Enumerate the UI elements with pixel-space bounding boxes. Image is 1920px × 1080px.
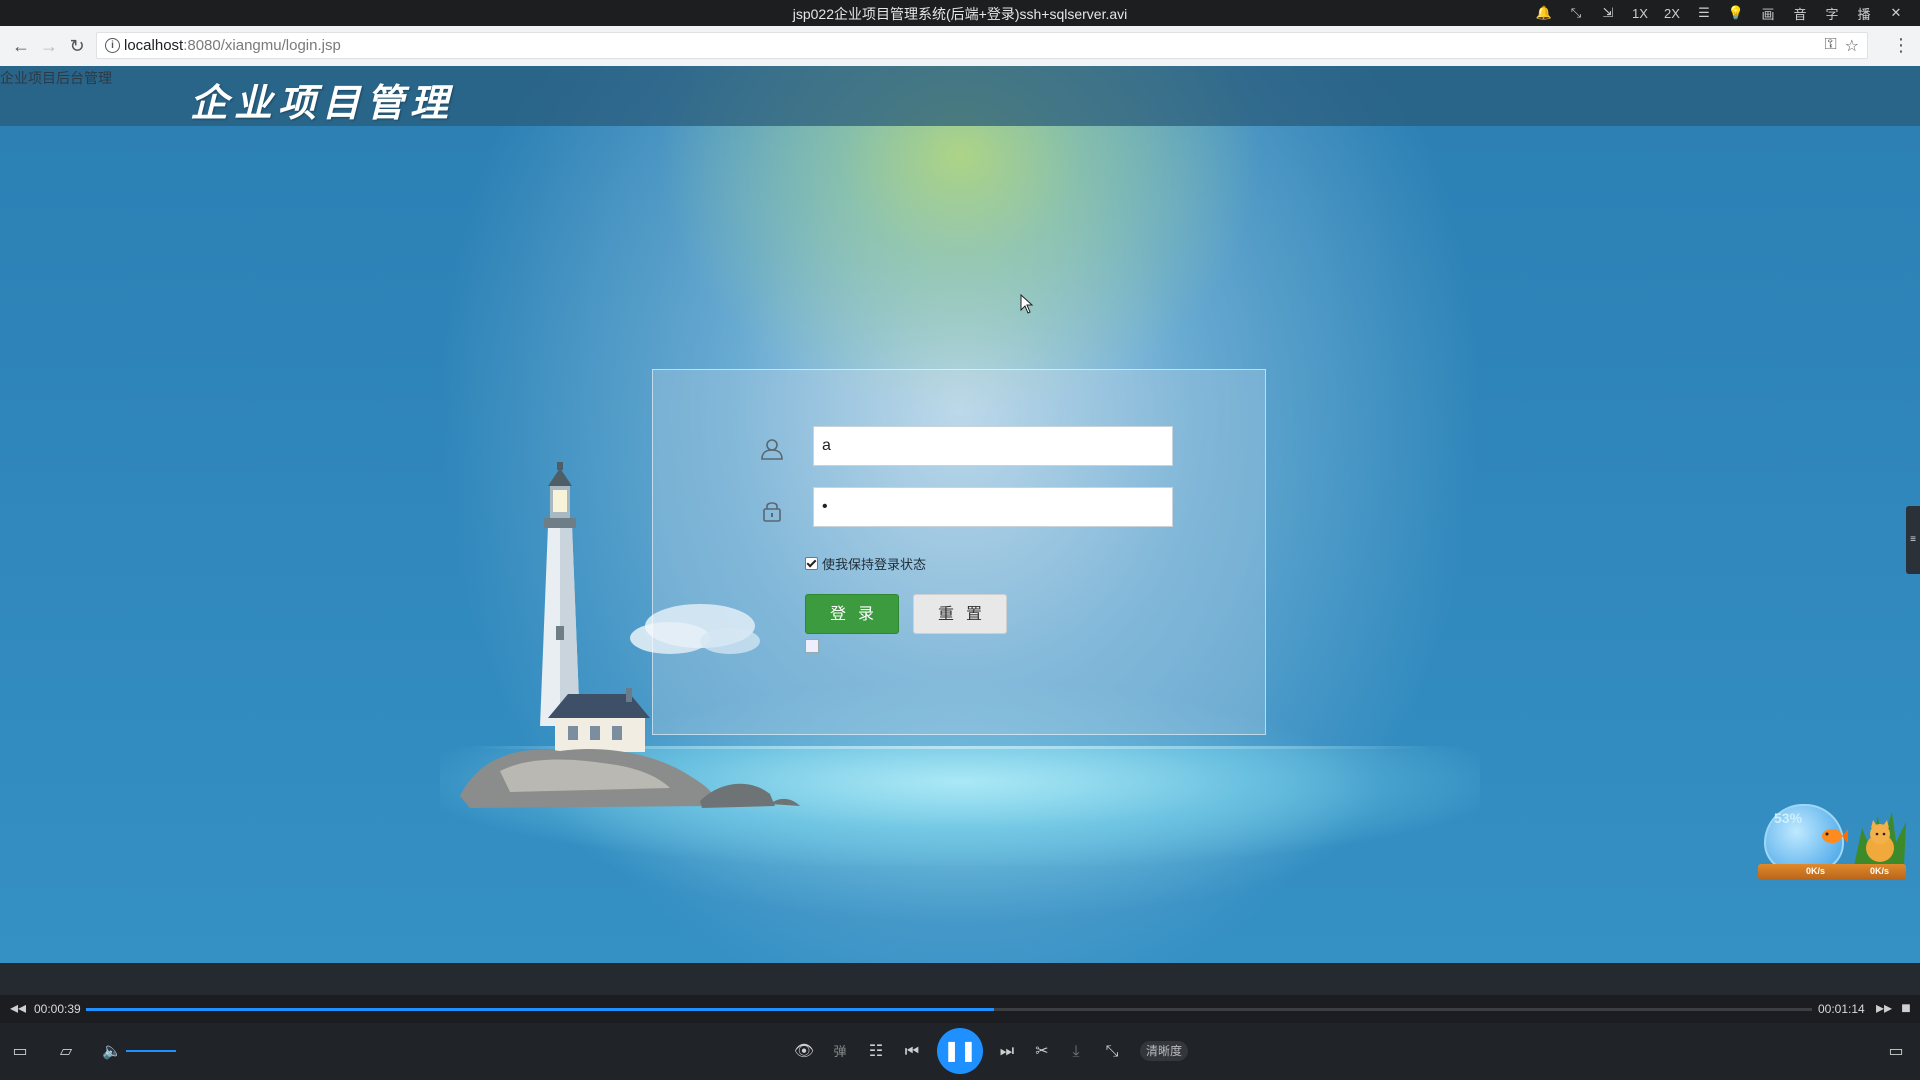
speed-1x-button[interactable]: 1X: [1624, 2, 1656, 24]
page-header: 企业项目后台管理 企业项目管理: [0, 66, 1920, 126]
username-input[interactable]: a: [813, 426, 1173, 466]
volume-icon[interactable]: 🔈: [100, 1041, 124, 1063]
player-title-bar: jsp022企业项目管理系统(后端+登录)ssh+sqlserver.avi 🔔…: [0, 0, 1920, 26]
current-time: 00:00:39: [34, 1002, 81, 1016]
fast-forward-icon[interactable]: ▸▸: [1872, 998, 1896, 1020]
scissors-icon[interactable]: ✂: [1030, 1041, 1054, 1063]
browser-toolbar: ← → ↻ i localhost:8080/xiangmu/login.jsp…: [0, 26, 1920, 67]
title-toolbar: 🔔 ⤡ ⇲ 1X 2X ☰ 💡 画 音 字 播 ✕: [1528, 2, 1912, 24]
side-panel-handle[interactable]: ≡: [1906, 506, 1920, 574]
danmu-button[interactable]: 弹: [828, 1041, 852, 1063]
back-arrow-icon[interactable]: ←: [10, 35, 32, 57]
screen: jsp022企业项目管理系统(后端+登录)ssh+sqlserver.avi 🔔…: [0, 0, 1920, 1080]
lock-icon: [763, 502, 781, 522]
info-icon[interactable]: i: [105, 38, 120, 53]
url-path: :8080/xiangmu/login.jsp: [183, 37, 341, 54]
audio-button[interactable]: 音: [1784, 2, 1816, 24]
download-speed: 0K/s: [1870, 866, 1890, 876]
star-icon[interactable]: ☆: [1845, 36, 1859, 56]
user-icon: [761, 439, 783, 460]
open-folder-icon[interactable]: ▱: [54, 1041, 78, 1063]
mouse-cursor-icon: [1020, 294, 1034, 314]
broken-image-icon: [805, 639, 819, 653]
lightbulb-icon[interactable]: 💡: [1720, 2, 1752, 24]
widget-percent: 53%: [1774, 810, 1803, 826]
key-icon[interactable]: ⚿: [1824, 36, 1836, 56]
address-bar[interactable]: i localhost:8080/xiangmu/login.jsp ⚿ ☆: [96, 32, 1868, 59]
controls-row: ▭ ▱ 🔈 👁 弹 ☷ ⏮ ❚❚ ⏭ ✂ ⤓ ⤡ 清晰度 ▭: [0, 1023, 1920, 1080]
upload-speed: 0K/s: [1806, 866, 1826, 876]
shrink-icon[interactable]: ⤡: [1560, 2, 1592, 24]
pin-icon[interactable]: 🔔: [1528, 2, 1560, 24]
header-caption: 企业项目后台管理: [0, 70, 112, 86]
site-logo: 企业项目管理: [190, 80, 455, 125]
cat-icon: [1854, 812, 1906, 866]
download-icon[interactable]: ⤓: [1064, 1041, 1088, 1063]
player-controls: ◂◂ 00:00:39 00:01:14 ▸▸ ■ ▭ ▱ 🔈 👁 弹 ☷ ⏮ …: [0, 963, 1920, 1080]
login-page: 企业项目后台管理 企业项目管理 a • 使我保持登录状态 登录 重置: [0, 66, 1920, 963]
remember-me-checkbox[interactable]: [805, 557, 818, 570]
login-form-panel: a • 使我保持登录状态 登录 重置: [652, 369, 1266, 735]
seek-bar[interactable]: [86, 1008, 1812, 1011]
url-host: localhost: [124, 37, 184, 54]
progress-row: ◂◂ 00:00:39 00:01:14 ▸▸ ■: [0, 995, 1920, 1023]
pause-button[interactable]: ❚❚: [937, 1028, 983, 1074]
playlist-icon[interactable]: ☰: [1688, 2, 1720, 24]
next-icon[interactable]: ⏭: [995, 1041, 1019, 1063]
volume-slider[interactable]: [126, 1050, 176, 1052]
login-button[interactable]: 登录: [805, 594, 899, 634]
total-time: 00:01:14: [1818, 1002, 1865, 1016]
previous-icon[interactable]: ⏮: [900, 1041, 924, 1063]
remember-me-label[interactable]: 使我保持登录状态: [822, 554, 926, 573]
browser-menu-icon[interactable]: ⋮: [1892, 35, 1910, 56]
controls-top-strip: [0, 963, 1920, 995]
shrink-arrows-icon[interactable]: ⤡: [1100, 1041, 1124, 1063]
seek-bar-played: [86, 1008, 994, 1011]
reload-icon[interactable]: ↻: [66, 35, 88, 57]
quality-button[interactable]: 清晰度: [1140, 1041, 1189, 1061]
remember-me-row: 使我保持登录状态: [805, 554, 926, 573]
eye-icon[interactable]: 👁: [792, 1041, 816, 1063]
picture-button[interactable]: 画: [1752, 2, 1784, 24]
mini-window-icon[interactable]: ⇲: [1592, 2, 1624, 24]
reset-button[interactable]: 重置: [913, 594, 1007, 634]
settings-sliders-icon[interactable]: ☷: [864, 1041, 888, 1063]
rewind-icon[interactable]: ◂◂: [6, 998, 30, 1020]
network-speed-widget[interactable]: 53% 0K/s 0K/s: [1758, 804, 1908, 884]
password-input[interactable]: •: [813, 487, 1173, 527]
fullscreen-icon[interactable]: ▭: [1884, 1041, 1908, 1063]
speed-2x-button[interactable]: 2X: [1656, 2, 1688, 24]
close-icon[interactable]: ✕: [1880, 2, 1912, 24]
stop-icon[interactable]: ■: [1894, 998, 1918, 1020]
forward-arrow-icon[interactable]: →: [38, 35, 60, 57]
subtitle-button[interactable]: 字: [1816, 2, 1848, 24]
goldfish-icon: [1822, 829, 1848, 843]
toolbox-icon[interactable]: ▭: [8, 1041, 32, 1063]
playback-button[interactable]: 播: [1848, 2, 1880, 24]
